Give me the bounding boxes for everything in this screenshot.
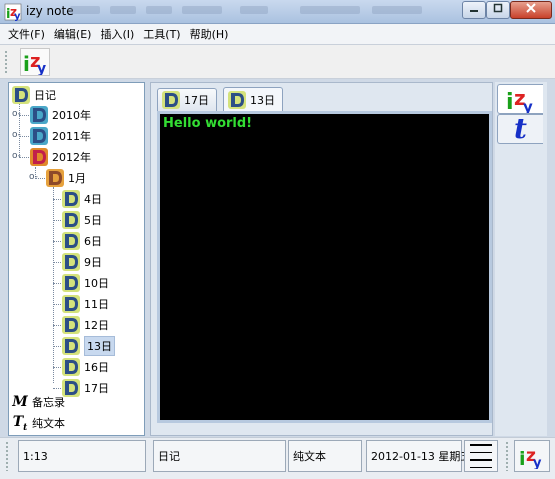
maximize-icon: [493, 3, 503, 13]
editor-area: 17日 13日 Hello world!: [150, 82, 493, 436]
status-category: 日记: [153, 440, 286, 472]
menu-tools[interactable]: 工具(T): [143, 26, 180, 42]
tree-node-day[interactable]: 11日: [61, 294, 109, 314]
izy-toolbar-button[interactable]: i z y: [20, 48, 50, 77]
title-bar-blur: [240, 6, 268, 14]
diary-d-icon: [62, 211, 80, 229]
diary-d-icon: [228, 90, 246, 109]
menu-insert[interactable]: 插入(I): [100, 26, 134, 42]
side-tab-strip: i z y t: [495, 82, 547, 436]
diary-d-icon: [62, 232, 80, 250]
tree-node-day[interactable]: 10日: [61, 273, 109, 293]
expanded-toggle-icon[interactable]: o-: [29, 172, 38, 182]
diary-d-icon: [162, 91, 180, 109]
tree-node-day[interactable]: 16日: [61, 357, 109, 377]
diary-d-icon: [30, 127, 48, 145]
tree-node-day[interactable]: 5日: [61, 210, 102, 230]
tree-node-day[interactable]: 6日: [61, 231, 102, 251]
close-icon: [526, 3, 536, 13]
tree-node-day[interactable]: 9日: [61, 252, 102, 272]
status-grip: [505, 441, 510, 471]
menu-hamburger-icon[interactable]: [464, 440, 498, 472]
tree-node-day[interactable]: 4日: [61, 189, 102, 209]
tree-node-day[interactable]: 12日: [61, 315, 109, 335]
diary-d-icon: [12, 86, 30, 104]
tree-node-root[interactable]: 日记: [11, 85, 56, 105]
svg-text:i: i: [519, 448, 526, 469]
tree-node-month[interactable]: 1月: [45, 168, 86, 188]
svg-text:i: i: [506, 90, 514, 113]
diary-d-icon: [62, 274, 80, 292]
status-date: 2012-01-13 星期五: [366, 440, 471, 472]
close-button[interactable]: [510, 1, 552, 19]
izy-logo-icon: i z y: [519, 446, 542, 469]
tree-connector: [53, 187, 54, 383]
text-tt-icon: Tt: [12, 413, 28, 433]
title-bar[interactable]: i z y izy note: [0, 0, 555, 24]
memo-m-icon: M: [12, 394, 28, 410]
svg-text:y: y: [523, 98, 533, 113]
side-tab-text[interactable]: t: [497, 114, 543, 144]
minimize-icon: [470, 10, 478, 12]
collapsed-toggle-icon[interactable]: o-: [12, 109, 21, 119]
maximize-button[interactable]: [486, 1, 510, 19]
window-title: izy note: [26, 4, 74, 18]
diary-d-icon: [46, 169, 64, 187]
side-tab-izy[interactable]: i z y: [497, 84, 543, 114]
tree-node-plaintext[interactable]: Tt 纯文本: [11, 413, 65, 433]
diary-d-icon: [30, 148, 48, 166]
title-bar-blur: [372, 6, 422, 14]
menu-bar: 文件(F) 编辑(E) 插入(I) 工具(T) 帮助(H): [0, 24, 555, 45]
izy-status-button[interactable]: i z y: [514, 440, 550, 472]
tab-13[interactable]: 13日: [223, 87, 283, 111]
menu-file[interactable]: 文件(F): [8, 26, 45, 42]
toolbar-grip[interactable]: [4, 50, 9, 74]
diary-d-icon: [62, 337, 80, 355]
izy-logo-icon: i z y: [4, 3, 22, 21]
status-cursor-position: 1:13: [18, 440, 146, 472]
diary-d-icon: [62, 253, 80, 271]
diary-d-icon: [30, 106, 48, 124]
svg-text:y: y: [533, 456, 542, 469]
minimize-button[interactable]: [462, 1, 486, 19]
diary-d-icon: [62, 358, 80, 376]
tree-node-year[interactable]: 2010年: [29, 105, 91, 125]
svg-text:y: y: [14, 11, 21, 21]
diary-d-icon: [62, 295, 80, 313]
editor-content: Hello world!: [163, 116, 253, 131]
text-t-icon: t: [514, 112, 527, 145]
menu-help[interactable]: 帮助(H): [190, 26, 229, 42]
tree-node-memo[interactable]: M 备忘录: [11, 392, 65, 412]
collapsed-toggle-icon[interactable]: o-: [12, 130, 21, 140]
tree-node-year[interactable]: 2011年: [29, 126, 91, 146]
tab-17[interactable]: 17日: [157, 88, 217, 111]
diary-d-icon: [62, 190, 80, 208]
title-bar-blur: [182, 6, 222, 14]
title-bar-blur: [70, 6, 100, 14]
diary-tree[interactable]: 日记 o- 2010年 o- 2011年 o- 2012年 o- 1月 4日 5…: [8, 82, 145, 436]
status-bar: 1:13 日记 纯文本 2012-01-13 星期五 i z y: [0, 437, 555, 479]
title-bar-blur: [300, 6, 360, 14]
tree-node-day-selected[interactable]: 13日: [61, 336, 115, 356]
status-grip: [5, 441, 10, 471]
toolbar: i z y: [0, 45, 555, 79]
note-editor[interactable]: Hello world!: [157, 111, 492, 423]
svg-text:y: y: [37, 61, 46, 75]
diary-d-icon: [62, 316, 80, 334]
status-format: 纯文本: [288, 440, 362, 472]
menu-edit[interactable]: 编辑(E): [54, 26, 92, 42]
title-bar-blur: [110, 6, 136, 14]
tree-node-year[interactable]: 2012年: [29, 147, 91, 167]
expanded-toggle-icon[interactable]: o-: [12, 151, 21, 161]
izy-logo-icon: i z y: [23, 51, 46, 77]
tree-node-day[interactable]: 17日: [61, 378, 109, 398]
izy-logo-icon: i z y: [506, 86, 533, 113]
title-bar-blur: [146, 6, 172, 14]
svg-text:i: i: [23, 52, 30, 75]
